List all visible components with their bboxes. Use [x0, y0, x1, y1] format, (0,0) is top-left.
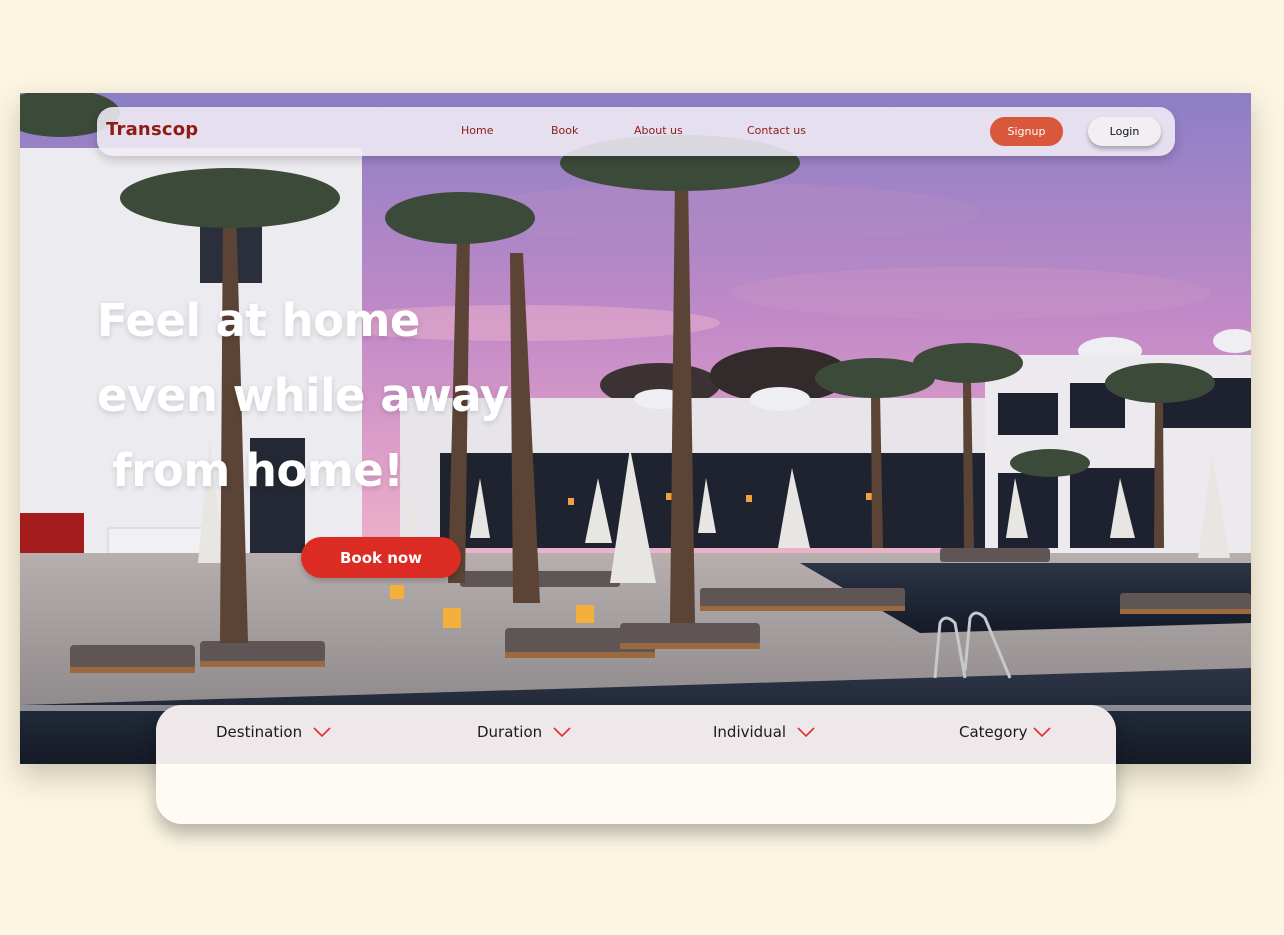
- brand-logo[interactable]: Transcop: [106, 119, 198, 140]
- filter-category[interactable]: Category: [959, 723, 1052, 741]
- hero-headline-line-1: Feel at home: [97, 294, 420, 347]
- filter-individual-label: Individual: [713, 723, 787, 741]
- nav-link-home[interactable]: Home: [461, 124, 493, 137]
- filter-destination-label: Destination: [216, 723, 303, 741]
- hero-headline-line-3: from home!: [97, 444, 404, 497]
- chevron-down-icon: [313, 727, 331, 738]
- nav-link-contact-us[interactable]: Contact us: [747, 124, 806, 137]
- login-button[interactable]: Login: [1088, 117, 1161, 146]
- nav-link-book[interactable]: Book: [551, 124, 578, 137]
- hero-headline: Feel at home even while away from home!: [97, 283, 557, 508]
- filter-duration-label: Duration: [477, 723, 543, 741]
- chevron-down-icon: [553, 727, 571, 738]
- nav-link-about-us[interactable]: About us: [634, 124, 683, 137]
- filter-category-label: Category: [959, 723, 1028, 741]
- signup-button[interactable]: Signup: [990, 117, 1063, 146]
- book-now-button[interactable]: Book now: [301, 537, 461, 578]
- top-navbar: Transcop Home Book About us Contact us S…: [97, 107, 1175, 156]
- chevron-down-icon: [1032, 727, 1051, 738]
- search-filter-card: Destination Duration Individual Category: [156, 705, 1116, 824]
- hero-headline-line-2: even while away: [97, 369, 509, 422]
- chevron-down-icon: [797, 727, 815, 738]
- filter-individual[interactable]: Individual: [713, 723, 816, 741]
- filter-duration[interactable]: Duration: [477, 723, 572, 741]
- filter-destination[interactable]: Destination: [216, 723, 332, 741]
